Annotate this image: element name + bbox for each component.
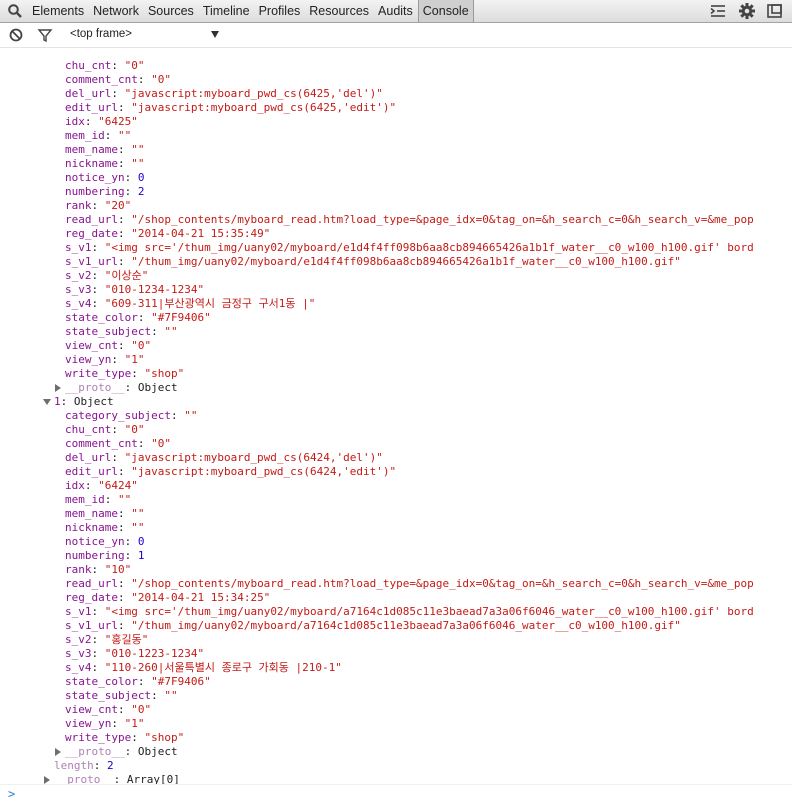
property-row: reg_date: "2014-04-21 15:34:25" <box>65 591 271 604</box>
property-row: write_type: "shop" <box>65 731 185 744</box>
console-prompt[interactable]: > <box>0 784 792 809</box>
property-row: state_subject: "" <box>65 689 178 702</box>
property-row: notice_yn: 0 <box>65 171 145 184</box>
property-row: view_cnt: "0" <box>65 339 152 352</box>
expand-triangle-right-icon[interactable] <box>44 776 50 784</box>
proto-row[interactable]: __proto__: Object <box>65 745 178 759</box>
property-row: mem_id: "" <box>65 493 132 506</box>
property-row: comment_cnt: "0" <box>65 437 171 450</box>
filter-icon[interactable] <box>37 27 53 43</box>
property-row: view_cnt: "0" <box>65 703 152 716</box>
property-row: edit_url: "javascript:myboard_pwd_cs(642… <box>65 465 397 478</box>
property-row: state_color: "#7F9406" <box>65 311 211 324</box>
property-row: s_v1: "<img src='/thum_img/uany02/myboar… <box>65 605 754 618</box>
prompt-chevron-icon: > <box>8 787 16 801</box>
tab-console[interactable]: Console <box>417 0 474 22</box>
property-row: mem_id: "" <box>65 129 132 142</box>
property-row: nickname: "" <box>65 521 145 534</box>
array-item-header[interactable]: 1: Object <box>54 395 114 409</box>
property-row: s_v3: "010-1223-1234" <box>65 647 205 660</box>
chevron-down-icon[interactable] <box>211 31 219 38</box>
panel-tabs: Elements Network Sources Timeline Profil… <box>28 0 475 22</box>
property-row: write_type: "shop" <box>65 367 185 380</box>
tab-sources[interactable]: Sources <box>144 0 198 22</box>
frame-selector[interactable]: <top frame> <box>70 28 132 40</box>
array-proto-row[interactable]: __proto__: Array[0] <box>54 773 180 784</box>
property-row: numbering: 2 <box>65 185 145 198</box>
property-row: s_v1_url: "/thum_img/uany02/myboard/a716… <box>65 619 681 632</box>
property-row: category_subject: "" <box>65 409 198 422</box>
property-row: s_v2: "이상순" <box>65 269 149 282</box>
property-row: s_v4: "609-311|부산광역시 금정구 구서1동 |" <box>65 297 316 310</box>
property-row: edit_url: "javascript:myboard_pwd_cs(642… <box>65 101 397 114</box>
devtools-toolbar: Elements Network Sources Timeline Profil… <box>0 0 792 23</box>
gear-icon[interactable] <box>738 2 756 20</box>
property-row: reg_date: "2014-04-21 15:35:49" <box>65 227 271 240</box>
tab-profiles[interactable]: Profiles <box>255 0 305 22</box>
property-row: numbering: 1 <box>65 549 145 562</box>
property-row: mem_name: "" <box>65 143 145 156</box>
property-row: del_url: "javascript:myboard_pwd_cs(6424… <box>65 451 383 464</box>
property-row: state_color: "#7F9406" <box>65 675 211 688</box>
property-row: chu_cnt: "0" <box>65 59 145 72</box>
search-icon[interactable] <box>7 3 23 19</box>
property-row: rank: "20" <box>65 199 132 212</box>
property-row: read_url: "/shop_contents/myboard_read.h… <box>65 213 754 226</box>
expand-triangle-right-icon[interactable] <box>55 748 61 756</box>
tab-network[interactable]: Network <box>89 0 143 22</box>
clear-console-icon[interactable] <box>8 27 24 43</box>
property-row: nickname: "" <box>65 157 145 170</box>
tab-timeline[interactable]: Timeline <box>199 0 254 22</box>
tab-elements[interactable]: Elements <box>28 0 88 22</box>
property-row: s_v4: "110-260|서울특별시 종로구 가회동 |210-1" <box>65 661 342 674</box>
property-row: view_yn: "1" <box>65 717 145 730</box>
property-row: notice_yn: 0 <box>65 535 145 548</box>
property-row: view_yn: "1" <box>65 353 145 366</box>
property-row: mem_name: "" <box>65 507 145 520</box>
property-row: s_v2: "홍길동" <box>65 633 149 646</box>
property-row: idx: "6425" <box>65 115 138 128</box>
property-row: comment_cnt: "0" <box>65 73 171 86</box>
undock-icon[interactable] <box>766 2 784 20</box>
property-row: chu_cnt: "0" <box>65 423 145 436</box>
tab-resources[interactable]: Resources <box>305 0 373 22</box>
show-drawer-icon[interactable] <box>709 2 727 20</box>
property-row: rank: "10" <box>65 563 132 576</box>
property-row: s_v1: "<img src='/thum_img/uany02/myboar… <box>65 241 754 254</box>
property-row: s_v3: "010-1234-1234" <box>65 283 205 296</box>
tab-audits[interactable]: Audits <box>374 0 417 22</box>
property-row: idx: "6424" <box>65 479 138 492</box>
expand-triangle-right-icon[interactable] <box>55 384 61 392</box>
property-row: state_subject: "" <box>65 325 178 338</box>
property-row: read_url: "/shop_contents/myboard_read.h… <box>65 577 754 590</box>
console-output: chu_cnt: "0" comment_cnt: "0" del_url: "ja… <box>0 50 792 784</box>
length-row: length: 2 <box>54 759 114 772</box>
console-filter-bar: <top frame> <box>0 23 792 48</box>
expand-triangle-down-icon[interactable] <box>43 399 51 405</box>
proto-row[interactable]: __proto__: Object <box>65 381 178 395</box>
property-row: s_v1_url: "/thum_img/uany02/myboard/e1d4… <box>65 255 681 268</box>
property-row: del_url: "javascript:myboard_pwd_cs(6425… <box>65 87 383 100</box>
